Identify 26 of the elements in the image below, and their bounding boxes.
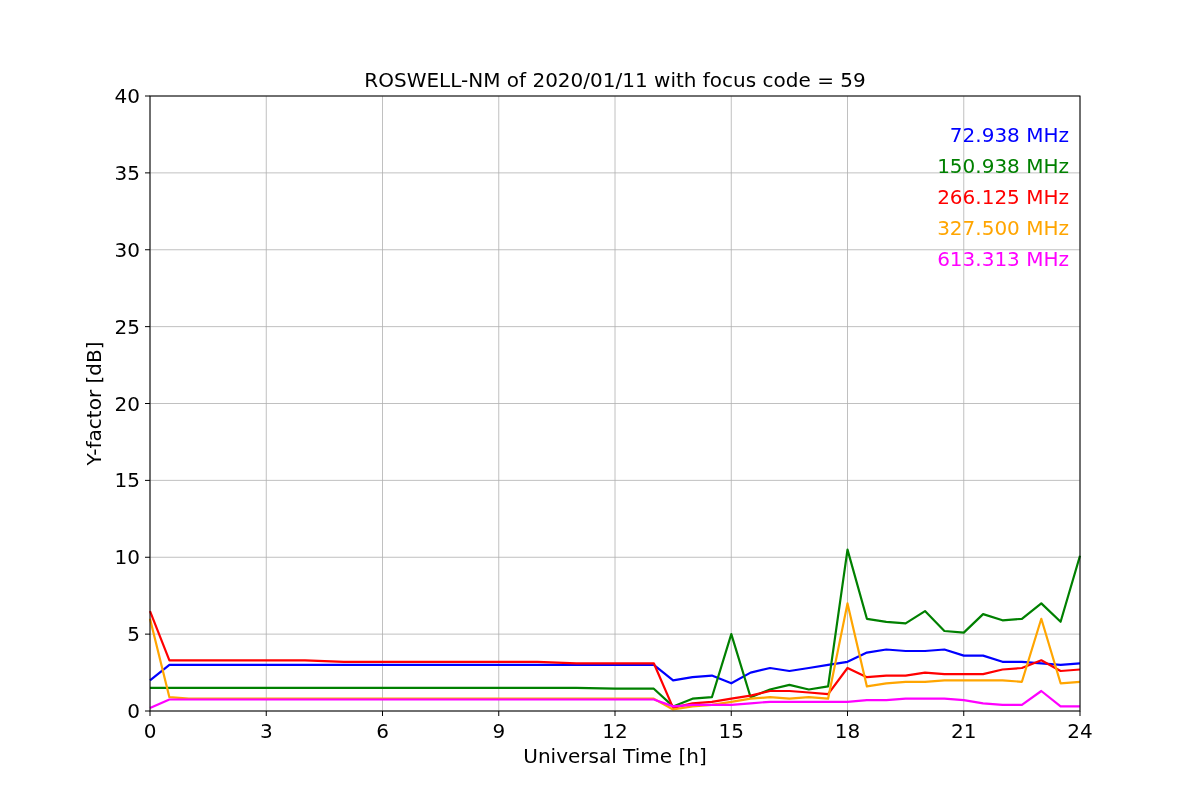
legend-label: 266.125 MHz xyxy=(937,185,1069,209)
legend-label: 613.313 MHz xyxy=(937,247,1069,271)
tick-label: 24 xyxy=(1067,719,1093,743)
tick-label: 25 xyxy=(114,314,140,339)
legend-label: 150.938 MHz xyxy=(937,154,1069,178)
tick-label: 0 xyxy=(143,719,157,743)
chart-title: ROSWELL-NM of 2020/01/11 with focus code = 59 xyxy=(364,68,866,92)
tick-label: 5 xyxy=(127,622,140,647)
tick-label: 20 xyxy=(114,391,140,416)
legend-label: 72.938 MHz xyxy=(949,123,1069,147)
tick-label: 30 xyxy=(114,237,140,262)
tick-label: 15 xyxy=(114,468,140,493)
legend-label: 327.500 MHz xyxy=(937,216,1069,240)
tick-label: 18 xyxy=(834,719,861,743)
tick-label: 40 xyxy=(114,84,140,108)
tick-label: 0 xyxy=(127,699,140,723)
tick-label: 9 xyxy=(492,719,506,743)
y-axis-label: Y-factor [dB] xyxy=(82,341,106,466)
tick-label: 3 xyxy=(259,719,273,743)
tick-label: 15 xyxy=(718,719,744,743)
tick-label: 6 xyxy=(376,719,389,743)
tick-label: 35 xyxy=(114,160,140,185)
tick-label: 21 xyxy=(951,719,977,743)
tick-label: 12 xyxy=(602,719,628,743)
x-axis-label: Universal Time [h] xyxy=(523,744,707,768)
tick-label: 10 xyxy=(114,545,140,570)
